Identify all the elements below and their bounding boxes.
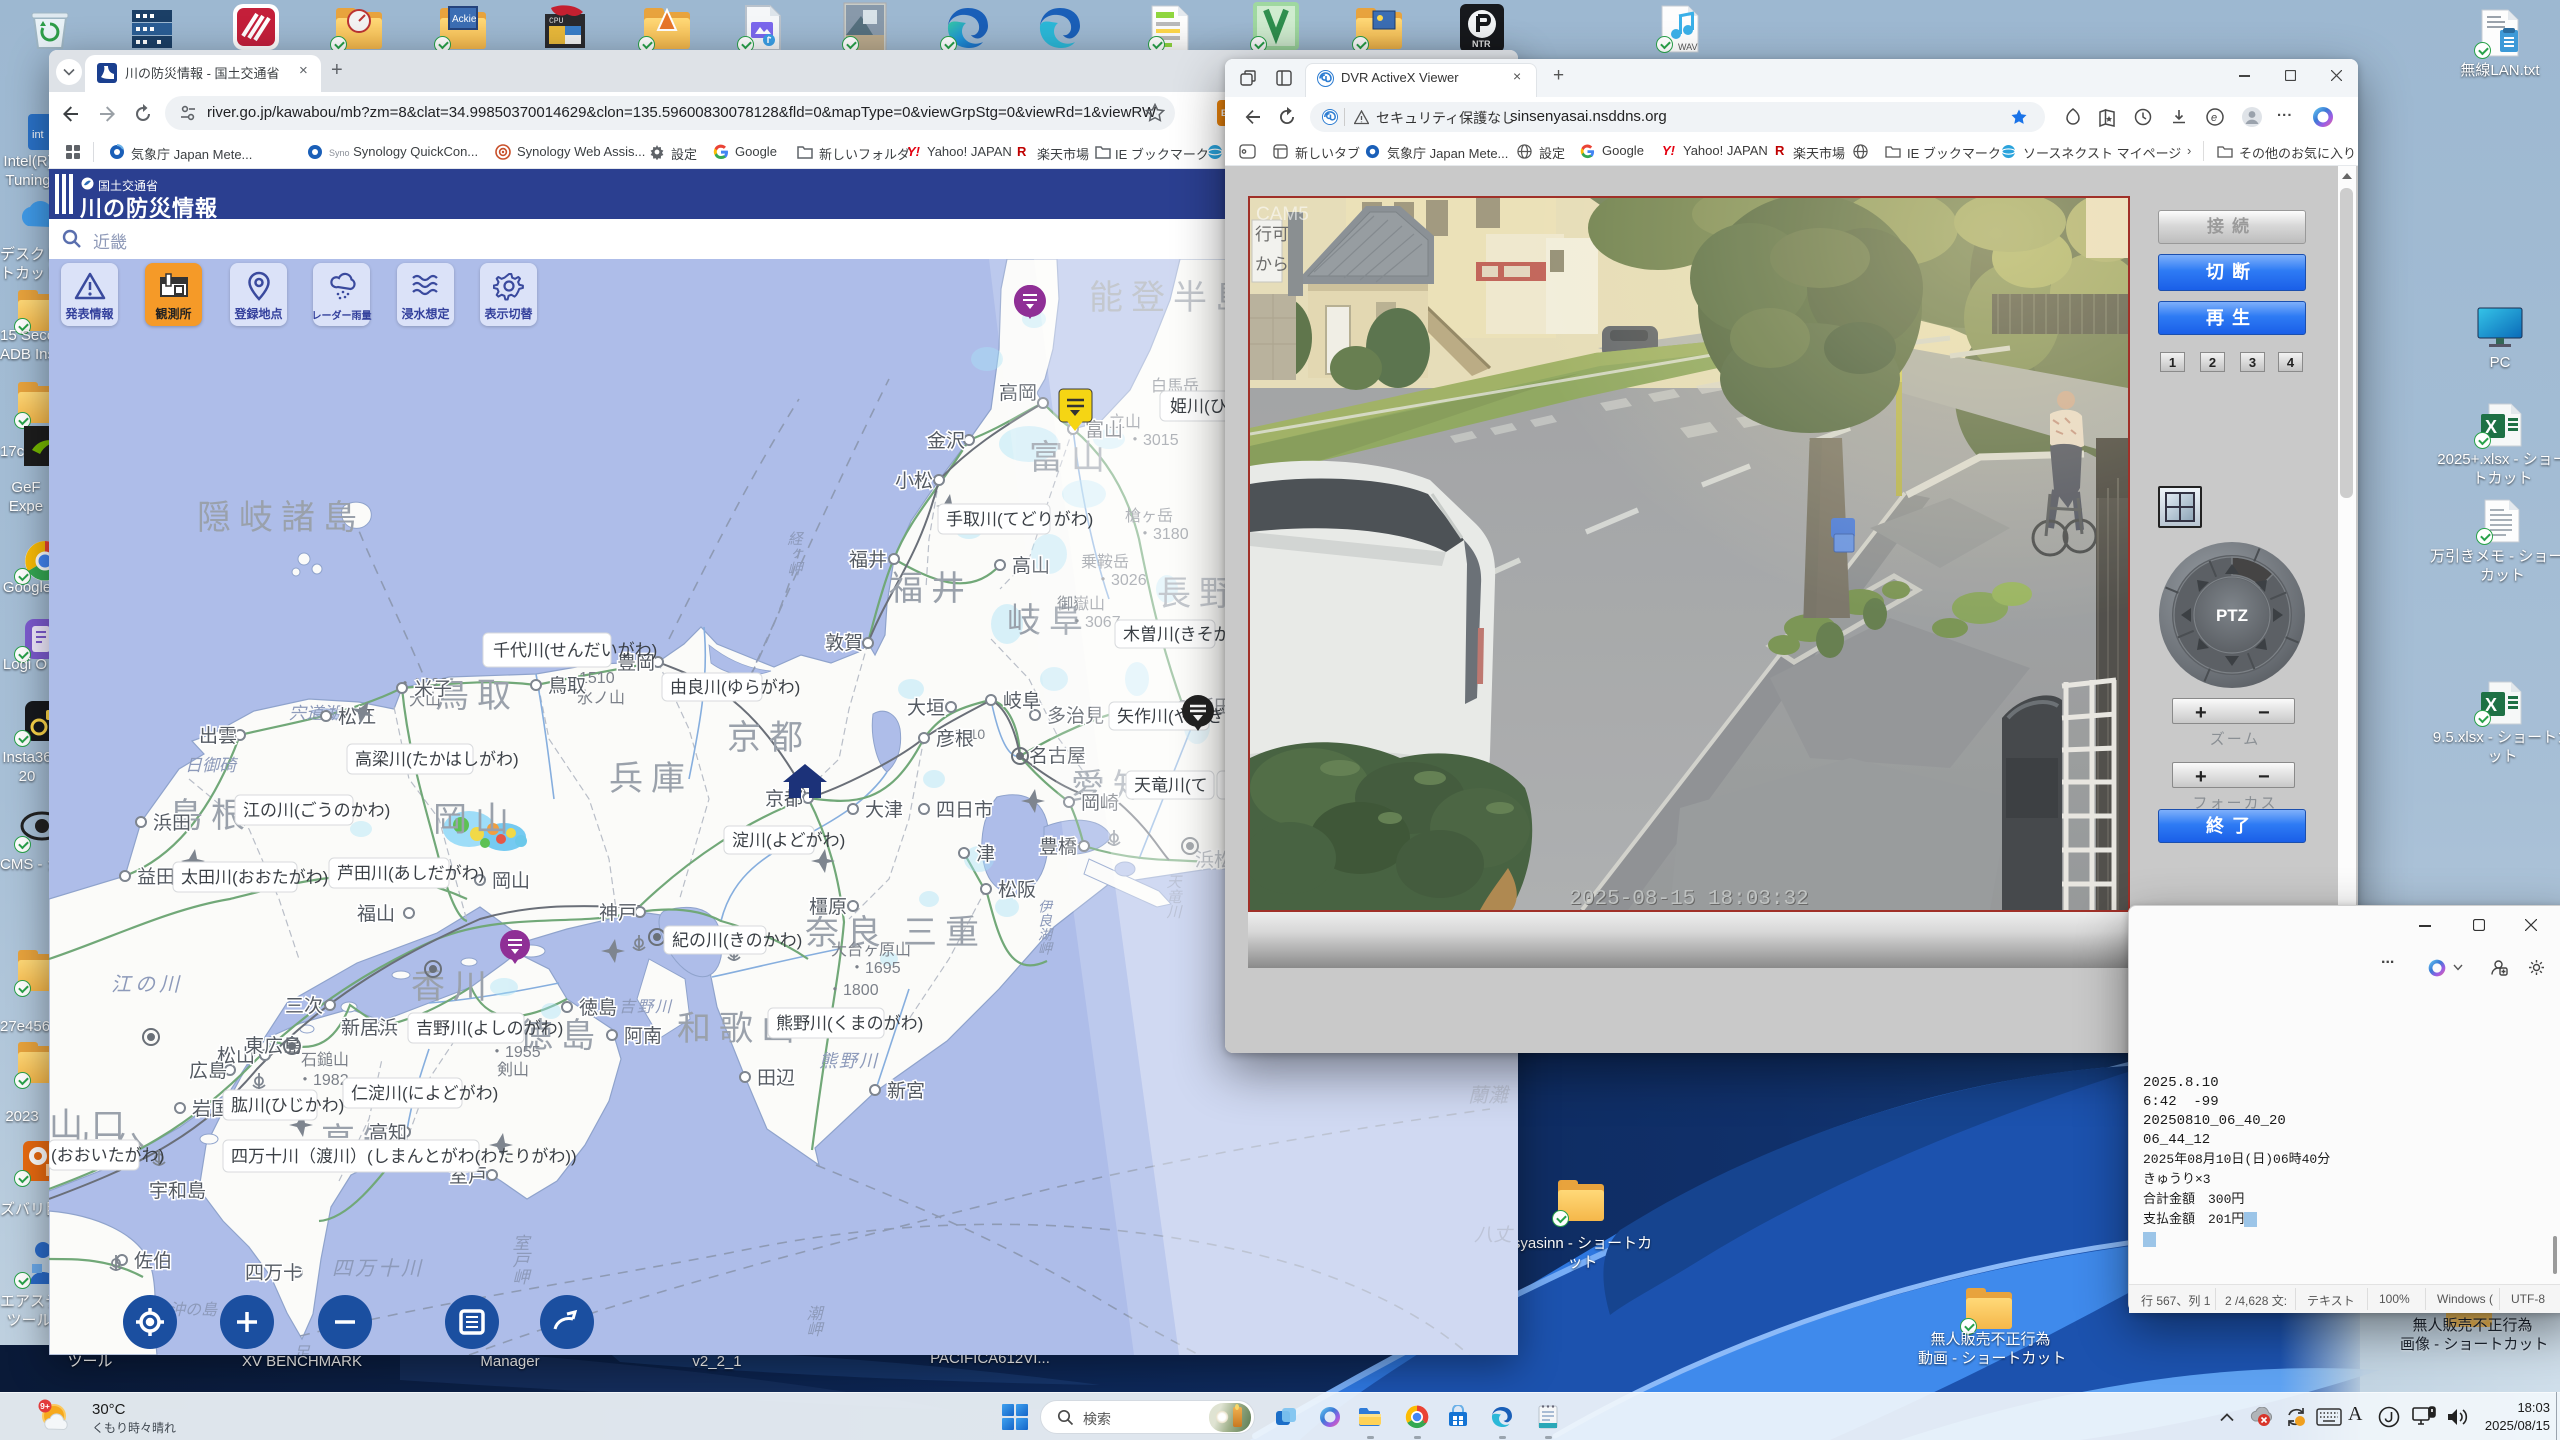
svg-text:宍道湖: 宍道湖 <box>289 704 343 723</box>
svg-text:橿原: 橿原 <box>809 896 847 918</box>
svg-text:NTR: NTR <box>1472 39 1491 49</box>
svg-text:大台ヶ原山: 大台ヶ原山 <box>831 941 911 959</box>
svg-text:阿南: 阿南 <box>624 1025 662 1047</box>
svg-text:石鎚山: 石鎚山 <box>301 1051 349 1069</box>
svg-text:PTZ: PTZ <box>2216 606 2248 625</box>
svg-text:松阪: 松阪 <box>998 879 1036 901</box>
svg-text:四日市: 四日市 <box>936 799 993 821</box>
svg-text:田辺: 田辺 <box>757 1067 795 1089</box>
svg-text:米子: 米子 <box>414 678 452 700</box>
svg-text:浜田: 浜田 <box>153 812 191 834</box>
svg-text:京都: 京都 <box>727 719 811 757</box>
svg-text:肱川(ひじかわ): 肱川(ひじかわ) <box>231 1096 344 1115</box>
svg-text:経ヶ岬: 経ヶ岬 <box>785 531 803 576</box>
svg-text:淀川(よどがわ): 淀川(よどがわ) <box>732 831 845 850</box>
svg-text:仁淀川(によどがわ): 仁淀川(によどがわ) <box>351 1084 498 1103</box>
svg-text:江の川: 江の川 <box>111 974 183 996</box>
svg-text:天竜川(て: 天竜川(て <box>1134 776 1208 795</box>
svg-text:Ackie: Ackie <box>452 14 477 25</box>
svg-text:日御碕: 日御碕 <box>185 756 239 775</box>
svg-text:江の川(ごうのかわ): 江の川(ごうのかわ) <box>243 801 390 820</box>
svg-text:四万十川（渡川）(しまんとがわ(わたりがわ)): 四万十川（渡川）(しまんとがわ(わたりがわ)) <box>231 1147 577 1166</box>
svg-text:int: int <box>32 129 44 141</box>
svg-text:WAV: WAV <box>1678 42 1698 52</box>
svg-text:(おおいたがわ): (おおいたがわ) <box>51 1146 164 1165</box>
svg-text:神戸: 神戸 <box>599 902 637 924</box>
svg-text:敦賀: 敦賀 <box>825 632 863 654</box>
svg-text:e: e <box>2211 112 2217 124</box>
svg-text:広島: 広島 <box>189 1060 227 1082</box>
svg-text:四万十: 四万十 <box>245 1262 302 1284</box>
svg-text:・1982: ・1982 <box>297 1072 349 1089</box>
svg-text:由良川(ゆらがわ): 由良川(ゆらがわ) <box>670 678 800 697</box>
svg-text:小松: 小松 <box>895 470 933 492</box>
svg-text:三重: 三重 <box>903 914 987 952</box>
svg-text:芦田川(あしだがわ): 芦田川(あしだがわ) <box>337 864 484 883</box>
svg-text:足摺: 足摺 <box>291 1344 310 1355</box>
svg-text:熊野川(くまのがわ): 熊野川(くまのがわ) <box>776 1014 923 1033</box>
svg-text:益田: 益田 <box>137 866 175 888</box>
svg-text:福井: 福井 <box>889 570 973 608</box>
svg-text:福井: 福井 <box>849 549 887 571</box>
svg-text:伊良湖岬: 伊良湖岬 <box>1036 899 1053 955</box>
svg-text:CPU: CPU <box>549 17 564 26</box>
svg-text:岐阜: 岐阜 <box>1003 690 1041 712</box>
svg-text:兵庫: 兵庫 <box>609 760 693 798</box>
svg-text:福山: 福山 <box>357 903 395 925</box>
svg-text:新居浜: 新居浜 <box>341 1017 398 1039</box>
svg-text:津: 津 <box>976 843 995 865</box>
svg-text:・1955: ・1955 <box>489 1044 541 1061</box>
svg-text:太田川(おおたがわ): 太田川(おおたがわ) <box>181 868 328 887</box>
svg-text:吉野川: 吉野川 <box>619 998 673 1016</box>
svg-text:9+: 9+ <box>40 1401 50 1411</box>
svg-text:隠岐諸島: 隠岐諸島 <box>197 499 365 537</box>
svg-text:千代川(せんだいがわ): 千代川(せんだいがわ) <box>493 641 657 660</box>
svg-text:室戸岬: 室戸岬 <box>509 1234 529 1285</box>
svg-text:高梁川(たかはしがわ): 高梁川(たかはしがわ) <box>355 750 519 769</box>
svg-text:吉野川(よしのがわ): 吉野川(よしのがわ) <box>416 1019 563 1038</box>
svg-text:鳥取: 鳥取 <box>548 675 586 697</box>
svg-text:大垣: 大垣 <box>907 697 945 719</box>
svg-text:金沢: 金沢 <box>927 430 965 452</box>
svg-text:潮岬: 潮岬 <box>804 1305 823 1337</box>
svg-text:剣山: 剣山 <box>497 1061 529 1079</box>
svg-text:出雲: 出雲 <box>199 725 237 747</box>
svg-text:彦根: 彦根 <box>936 728 974 750</box>
svg-text:大津: 大津 <box>865 799 903 821</box>
svg-text:紀の川(きのかわ): 紀の川(きのかわ) <box>672 931 802 950</box>
svg-text:・1695: ・1695 <box>849 960 901 977</box>
svg-text:・1800: ・1800 <box>827 982 879 999</box>
svg-text:香川: 香川 <box>411 968 495 1006</box>
svg-text:宇和島: 宇和島 <box>149 1180 206 1202</box>
svg-text:岡山: 岡山 <box>433 801 517 839</box>
svg-text:熊野川: 熊野川 <box>819 1051 879 1071</box>
svg-text:岡山: 岡山 <box>492 870 530 892</box>
svg-text:佐伯: 佐伯 <box>134 1250 172 1272</box>
svg-text:新宮: 新宮 <box>887 1080 925 1102</box>
svg-text:手取川(てどりがわ): 手取川(てどりがわ) <box>946 510 1093 529</box>
svg-text:四万十川: 四万十川 <box>332 1258 424 1280</box>
svg-text:三次: 三次 <box>285 995 323 1017</box>
svg-text:徳島: 徳島 <box>579 997 617 1019</box>
